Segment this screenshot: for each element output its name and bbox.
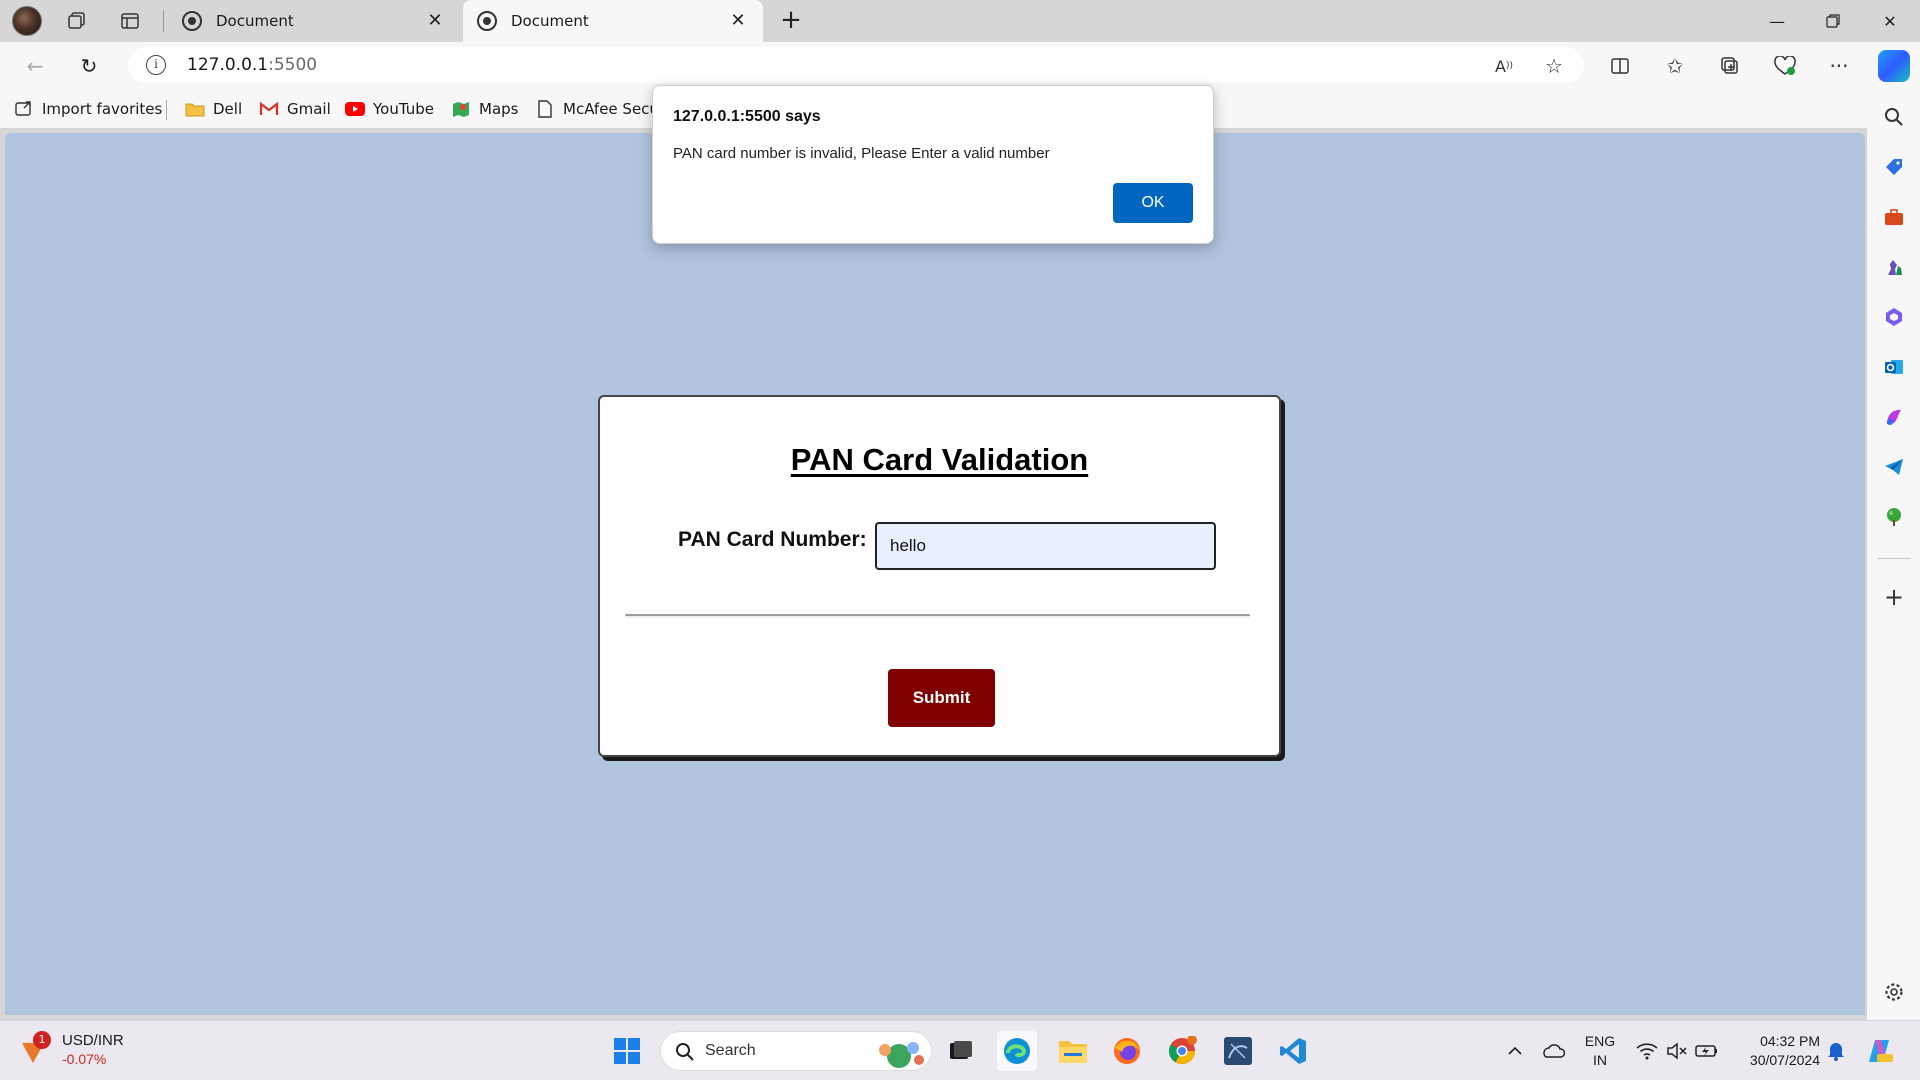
favorite-youtube[interactable]: YouTube (345, 99, 434, 119)
language-indicator[interactable]: ENG IN (1580, 1021, 1620, 1080)
tab-bar: Document ✕ Document ✕ + — ✕ (0, 0, 1920, 42)
sidebar-divider (1877, 558, 1911, 559)
windows-taskbar: 1 USD/INR -0.07% Search ENG IN 04:32 PM … (0, 1020, 1920, 1080)
refresh-icon[interactable]: ↻ (74, 51, 104, 81)
favorite-dell[interactable]: Dell (185, 99, 242, 119)
edge-sidebar: + (1867, 90, 1920, 1020)
clock[interactable]: 04:32 PM 30/07/2024 (1730, 1021, 1820, 1080)
alert-dialog: 127.0.0.1:5500 says PAN card number is i… (652, 85, 1214, 244)
submit-button[interactable]: Submit (888, 669, 995, 727)
mysql-workbench-icon[interactable] (1218, 1031, 1258, 1071)
dialog-title: 127.0.0.1:5500 says (673, 108, 821, 125)
close-window-button[interactable]: ✕ (1862, 0, 1918, 42)
collections-icon[interactable] (1715, 51, 1745, 81)
validation-form-card: PAN Card Validation PAN Card Number: Sub… (598, 395, 1281, 757)
vscode-icon[interactable] (1273, 1031, 1313, 1071)
search-icon[interactable] (1882, 105, 1906, 129)
page-title: PAN Card Validation (790, 442, 1089, 477)
address-bar[interactable]: i 127.0.0.1:5500 (128, 47, 1584, 83)
edge-taskbar-icon[interactable] (997, 1031, 1037, 1071)
url-text[interactable]: 127.0.0.1:5500 (187, 55, 317, 75)
onedrive-icon[interactable] (1538, 1021, 1568, 1080)
browser-essentials-icon[interactable] (1770, 51, 1800, 81)
clock-time: 04:32 PM (1760, 1033, 1820, 1049)
currency-trend-icon: 1 (20, 1031, 51, 1065)
favorite-star-icon[interactable]: ☆ (1539, 51, 1569, 81)
pan-number-input[interactable] (875, 522, 1216, 570)
add-sidebar-app-icon[interactable]: + (1882, 583, 1906, 611)
firefox-icon[interactable] (1107, 1031, 1147, 1071)
site-info-icon[interactable]: i (146, 55, 166, 75)
tab-separator (163, 10, 164, 32)
minimize-button[interactable]: — (1749, 0, 1805, 42)
show-hidden-icons-chevron-icon[interactable] (1500, 1021, 1530, 1080)
split-screen-icon[interactable] (1605, 51, 1635, 81)
divider-line (625, 614, 1250, 618)
notification-bell-icon[interactable] (1822, 1021, 1850, 1080)
maps-icon (451, 99, 471, 119)
favorite-mcafee[interactable]: McAfee Secur (535, 99, 665, 119)
youtube-icon (345, 99, 365, 119)
tree-icon[interactable] (1882, 505, 1906, 529)
tab-document-2[interactable]: Document ✕ (463, 0, 763, 42)
close-tab-icon[interactable]: ✕ (424, 10, 446, 31)
dialog-message: PAN card number is invalid, Please Enter… (673, 145, 1050, 162)
favorite-gmail[interactable]: Gmail (259, 99, 331, 119)
favorite-maps[interactable]: Maps (451, 99, 518, 119)
pan-number-label: PAN Card Number: (678, 528, 867, 551)
battery-charging-icon[interactable] (1693, 1021, 1721, 1080)
read-aloud-icon[interactable]: A)) (1489, 51, 1519, 81)
designer-icon[interactable] (1882, 405, 1906, 429)
back-icon[interactable]: ← (20, 51, 50, 81)
profile-avatar[interactable] (12, 6, 42, 36)
browser-toolbar: ← ↻ i 127.0.0.1:5500 A)) ☆ ✩ ··· (0, 42, 1920, 90)
favorite-import[interactable]: Import favorites (14, 99, 162, 119)
copilot-preview-icon[interactable] (1862, 1021, 1898, 1080)
volume-muted-icon[interactable] (1663, 1021, 1691, 1080)
task-view-icon[interactable] (941, 1031, 981, 1071)
send-telegram-icon[interactable] (1882, 455, 1906, 479)
gmail-icon (259, 99, 279, 119)
search-placeholder: Search (705, 1042, 756, 1059)
settings-gear-icon[interactable] (1882, 980, 1906, 1004)
close-tab-icon[interactable]: ✕ (727, 10, 749, 31)
outlook-icon[interactable] (1882, 355, 1906, 379)
clock-date: 30/07/2024 (1749, 1052, 1820, 1068)
favorites-separator (166, 100, 167, 120)
start-windows-icon[interactable] (607, 1031, 647, 1071)
wifi-icon[interactable] (1633, 1021, 1661, 1080)
folder-icon (185, 99, 205, 119)
restore-button[interactable] (1805, 0, 1861, 42)
copilot-icon[interactable] (1878, 50, 1910, 82)
search-highlight-icon (879, 1042, 924, 1068)
favorites-list-icon[interactable]: ✩ (1660, 51, 1690, 81)
tab-title: Document (216, 12, 294, 30)
tab-document-1[interactable]: Document ✕ (168, 0, 460, 42)
page-viewport: PAN Card Validation PAN Card Number: Sub… (5, 133, 1865, 1015)
import-icon (14, 99, 34, 119)
search-icon (676, 1043, 694, 1061)
currency-symbol: USD/INR (62, 1032, 124, 1049)
currency-change: -0.07% (62, 1051, 107, 1067)
taskbar-search[interactable]: Search (660, 1031, 932, 1071)
chrome-icon[interactable] (1162, 1031, 1202, 1071)
currency-widget[interactable]: 1 USD/INR -0.07% (20, 1031, 124, 1069)
vertical-tabs-icon[interactable] (115, 6, 145, 36)
tools-briefcase-icon[interactable] (1882, 205, 1906, 229)
file-explorer-icon[interactable] (1053, 1031, 1093, 1071)
ok-button[interactable]: OK (1113, 183, 1193, 223)
tab-title: Document (511, 12, 589, 30)
page-favicon-icon (182, 11, 202, 31)
more-options-icon[interactable]: ··· (1824, 51, 1854, 81)
shopping-tag-icon[interactable] (1882, 155, 1906, 179)
microsoft-365-icon[interactable] (1882, 305, 1906, 329)
page-favicon-icon (477, 11, 497, 31)
games-chess-icon[interactable] (1882, 255, 1906, 279)
workspaces-icon[interactable] (62, 6, 92, 36)
new-tab-button[interactable]: + (776, 6, 806, 36)
document-icon (535, 99, 555, 119)
notification-badge: 1 (33, 1031, 51, 1049)
